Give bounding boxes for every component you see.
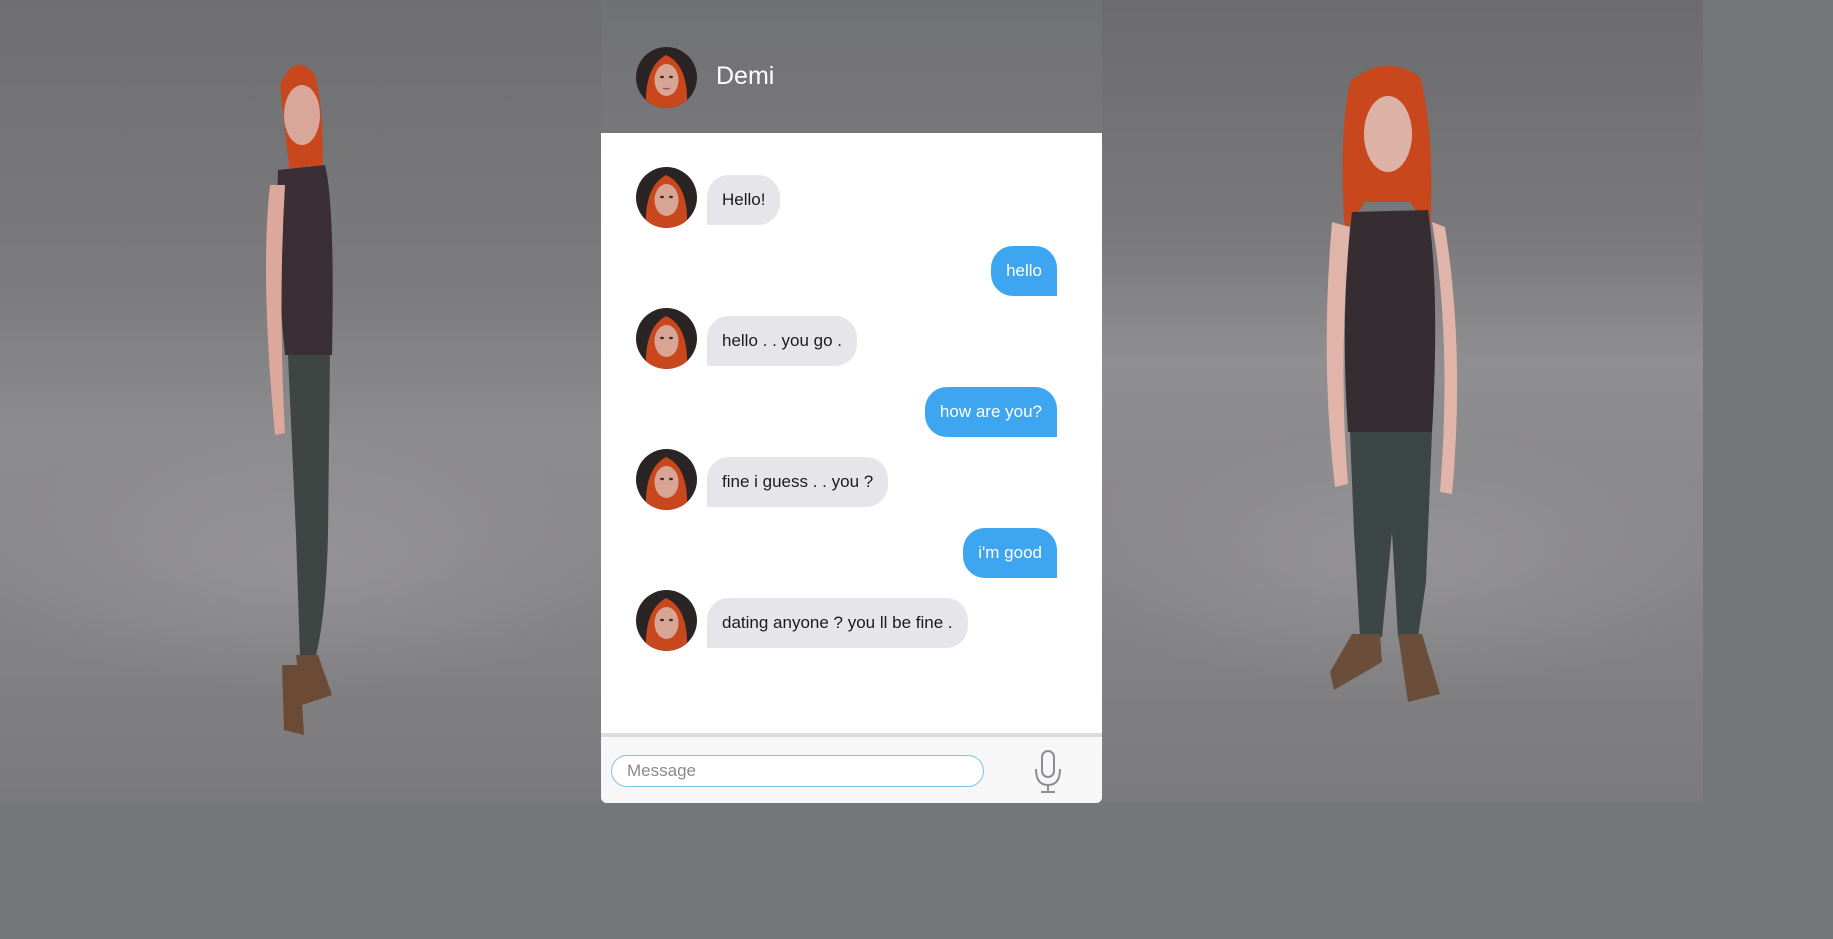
outgoing-message-bubble: i'm good: [963, 528, 1057, 578]
contact-avatar: [636, 590, 697, 651]
incoming-message-bubble: Hello!: [707, 175, 781, 225]
chat-window: Demi Hello! hello hello . . you go . how…: [601, 0, 1102, 803]
character-figure-left: [266, 64, 333, 735]
contact-avatar: [636, 167, 697, 228]
message-row-incoming: dating anyone ? you ll be fine .: [601, 590, 1102, 651]
contact-avatar: [636, 449, 697, 510]
incoming-message-bubble: fine i guess . . you ?: [707, 457, 889, 507]
avatar-scene-left: [0, 0, 601, 802]
contact-avatar: [636, 308, 697, 369]
message-input[interactable]: [611, 755, 984, 787]
contact-name: Demi: [716, 62, 775, 90]
microphone-icon[interactable]: [1031, 749, 1065, 795]
character-figure-right: [1326, 65, 1458, 702]
message-list: Hello! hello hello . . you go . how are …: [601, 133, 1102, 733]
incoming-message-bubble: hello . . you go .: [707, 316, 858, 366]
message-row-incoming: fine i guess . . you ?: [601, 449, 1102, 510]
message-composer: [601, 733, 1102, 803]
incoming-message-bubble: dating anyone ? you ll be fine .: [707, 598, 968, 648]
outgoing-message-bubble: how are you?: [924, 387, 1057, 437]
outgoing-message-bubble: hello: [991, 246, 1057, 296]
contact-avatar[interactable]: [636, 47, 697, 108]
message-row-outgoing: how are you?: [601, 377, 1102, 437]
chat-header: Demi: [601, 0, 1102, 133]
message-row-incoming: hello . . you go .: [601, 308, 1102, 369]
message-row-outgoing: hello: [601, 236, 1102, 296]
message-row-incoming: Hello!: [601, 167, 1102, 228]
message-row-outgoing: i'm good: [601, 518, 1102, 578]
